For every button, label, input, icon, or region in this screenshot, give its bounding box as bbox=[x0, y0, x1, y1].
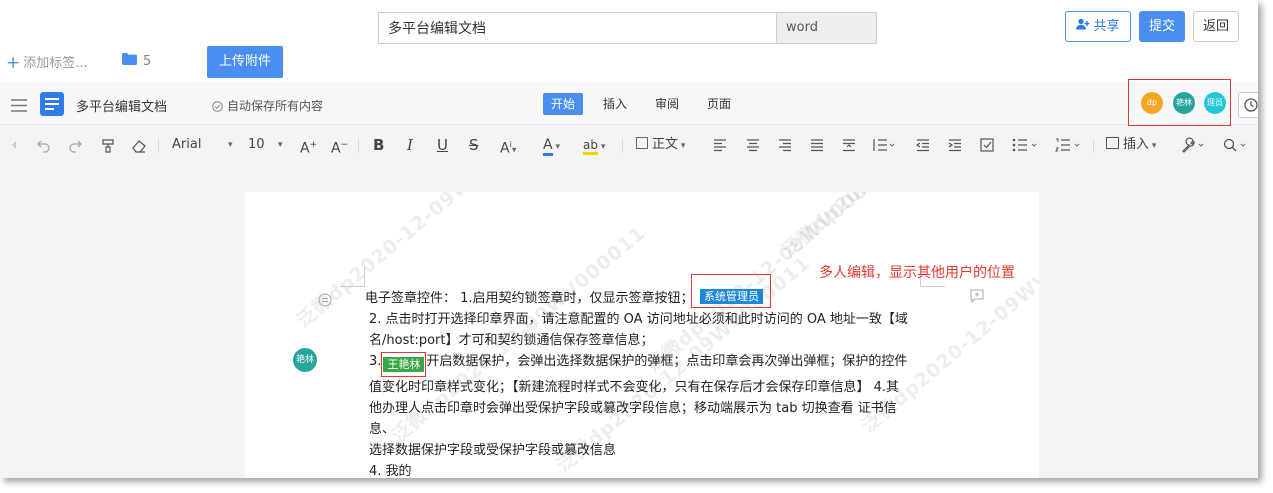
paragraph-collapse-icon[interactable] bbox=[318, 292, 332, 311]
collaborator-avatar-yanlin[interactable]: 艳林 bbox=[1173, 92, 1195, 114]
distributed-align-icon[interactable] bbox=[842, 136, 856, 154]
editor-header: 多平台编辑文档 自动保存所有内容 开始 插入 审阅 页面 dp 艳林 理员 bbox=[0, 79, 1258, 126]
search-icon[interactable] bbox=[1222, 136, 1250, 154]
doc-type-label: word bbox=[776, 13, 876, 43]
folder-button[interactable]: 5 bbox=[122, 53, 151, 69]
text-line: 名/host:port】才可和契约锁通信保存签章信息； bbox=[369, 333, 654, 348]
hamburger-menu-icon[interactable] bbox=[11, 97, 27, 116]
eraser-icon[interactable] bbox=[131, 136, 147, 154]
superscript-icon[interactable]: Ai▾ bbox=[500, 136, 516, 157]
document-icon bbox=[40, 92, 64, 116]
share-label: 共享 bbox=[1093, 19, 1120, 34]
chevron-down-icon: ▾ bbox=[228, 140, 233, 150]
line-prefix: 3. bbox=[369, 354, 382, 369]
folder-icon bbox=[122, 53, 137, 69]
increase-font-icon[interactable]: A+ bbox=[300, 136, 317, 157]
upload-attachment-button[interactable]: 上传附件 bbox=[207, 46, 283, 78]
text-line: 电子签章控件： 1.启用契约锁签章时，仅显示签章按钮； bbox=[365, 291, 694, 306]
align-right-icon[interactable] bbox=[778, 136, 792, 154]
page-margin-corner bbox=[340, 267, 365, 287]
text-line: 值变化时印章样式变化；【新建流程时样式不会变化，只有在保存后才会保存印章信息】 … bbox=[369, 380, 900, 395]
side-user-avatar[interactable]: 艳林 bbox=[293, 348, 317, 372]
text-line-with-cursor: 3. 王艳林 开启数据保护，会弹出选择数据保护的弹框；点击印章会再次弹出弹框；保护的… bbox=[365, 351, 920, 377]
folder-count: 5 bbox=[143, 53, 152, 69]
history-clock-icon[interactable] bbox=[1238, 92, 1258, 118]
strikethrough-icon[interactable]: S bbox=[469, 136, 479, 154]
document-page[interactable]: 泛微dp2020-12-09WV000011 泛微dp2020-12-09WV0… bbox=[245, 192, 1039, 478]
font-size-select[interactable]: 10 ▾ bbox=[248, 136, 288, 154]
remote-cursor-wang: 王艳林 bbox=[383, 357, 425, 372]
paragraph-style-value: 正文 bbox=[652, 137, 679, 152]
text-line: 他办理人点击印章时会弹出受保护字段或篡改字段信息；移动端展示为 tab 切换查看… bbox=[369, 401, 897, 437]
app-window: word 共享 提交 返回 +添加标签... 5 上传附件 多平台编辑文档 bbox=[0, 0, 1258, 478]
bold-icon[interactable]: B bbox=[373, 136, 384, 154]
check-circle-icon bbox=[212, 101, 223, 115]
chevron-down-icon: ▾ bbox=[278, 140, 283, 150]
editor-area: 多平台编辑文档 自动保存所有内容 开始 插入 审阅 页面 dp 艳林 理员 Ar… bbox=[0, 79, 1258, 478]
editor-doc-title: 多平台编辑文档 bbox=[76, 100, 168, 115]
line-rest: 开启数据保护，会弹出选择数据保护的弹框；点击印章会再次弹出弹框；保护的控件 bbox=[426, 354, 908, 369]
format-painter-icon[interactable] bbox=[100, 136, 116, 154]
watermark: 泛微dp2020-12-09WV000011 bbox=[775, 192, 1039, 263]
insert-label: 插入 bbox=[1123, 137, 1150, 152]
add-comment-icon[interactable] bbox=[970, 288, 984, 307]
add-tag-label: 添加标签... bbox=[23, 56, 88, 71]
numbered-list-icon[interactable] bbox=[1055, 136, 1081, 154]
submit-button[interactable]: 提交 bbox=[1139, 11, 1185, 42]
increase-indent-icon[interactable] bbox=[948, 136, 962, 154]
align-left-icon[interactable] bbox=[713, 136, 727, 154]
font-size-value: 10 bbox=[248, 137, 265, 152]
doc-title-input[interactable] bbox=[379, 13, 776, 43]
plus-icon: + bbox=[6, 53, 21, 73]
paragraph-style-select[interactable]: 正文 ▾ bbox=[636, 136, 685, 154]
font-family-select[interactable]: Arial ▾ bbox=[172, 136, 236, 154]
collaborator-avatar-admin[interactable]: 理员 bbox=[1204, 92, 1226, 114]
insert-menu[interactable]: 插入 ▾ bbox=[1106, 136, 1156, 154]
back-button[interactable]: 返回 bbox=[1193, 11, 1239, 42]
align-center-icon[interactable] bbox=[746, 136, 760, 154]
ribbon-tabs: 开始 插入 审阅 页面 bbox=[543, 93, 751, 115]
collaborators-group: dp 艳林 理员 bbox=[1128, 79, 1231, 126]
collaborator-avatar-dp[interactable]: dp bbox=[1141, 92, 1163, 114]
autosave-status: 自动保存所有内容 bbox=[212, 97, 323, 115]
autosave-label: 自动保存所有内容 bbox=[227, 99, 324, 113]
checkbox-icon[interactable] bbox=[980, 136, 994, 154]
insert-icon bbox=[1106, 137, 1119, 149]
undo-icon[interactable] bbox=[36, 136, 52, 154]
scroll-left-icon[interactable] bbox=[10, 136, 18, 154]
italic-icon[interactable]: I bbox=[407, 136, 413, 154]
multi-user-annotation: 多人编辑，显示其他用户的位置 bbox=[819, 265, 1015, 281]
tools-wrench-icon[interactable] bbox=[1180, 136, 1206, 154]
underline-icon[interactable]: U bbox=[437, 136, 448, 154]
doc-title-box: word bbox=[378, 12, 877, 44]
redo-icon[interactable] bbox=[67, 136, 83, 154]
tab-review[interactable]: 审阅 bbox=[647, 93, 687, 115]
bullet-list-icon[interactable] bbox=[1012, 136, 1038, 154]
tab-start[interactable]: 开始 bbox=[543, 93, 584, 115]
text-line: 4. 我的 bbox=[369, 464, 412, 478]
text-line: 2. 点击时打开选择印章界面，请注意配置的 OA 访问地址必须和此时访问的 OA… bbox=[369, 312, 908, 327]
font-color-icon[interactable]: A ▾ bbox=[543, 136, 560, 156]
share-button[interactable]: 共享 bbox=[1065, 11, 1131, 42]
formatting-toolbar: Arial ▾ 10 ▾ A+ A− B I U S Ai▾ A ▾ ab ▾ 正文… bbox=[0, 126, 1258, 164]
paragraph-style-icon bbox=[636, 137, 648, 149]
decrease-indent-icon[interactable] bbox=[916, 136, 930, 154]
tab-page[interactable]: 页面 bbox=[699, 93, 739, 115]
tab-insert[interactable]: 插入 bbox=[595, 93, 635, 115]
justify-icon[interactable] bbox=[810, 136, 824, 154]
document-body[interactable]: 电子签章控件： 1.启用契约锁签章时，仅显示签章按钮； 2. 点击时打开选择印章… bbox=[365, 288, 920, 478]
line-spacing-icon[interactable] bbox=[873, 136, 895, 154]
font-family-value: Arial bbox=[172, 137, 202, 152]
text-line: 选择数据保护字段或受保护字段或篡改信息 bbox=[369, 443, 617, 458]
add-tag-button[interactable]: + 添加标签... bbox=[6, 52, 88, 73]
add-user-icon bbox=[1076, 12, 1090, 41]
decrease-font-icon[interactable]: A− bbox=[331, 136, 348, 157]
annotation-highlight-box: 王艳林 bbox=[381, 352, 427, 377]
highlight-color-icon[interactable]: ab ▾ bbox=[583, 136, 605, 155]
sub-toolbar: + 添加标签... 5 上传附件 bbox=[0, 44, 1258, 82]
